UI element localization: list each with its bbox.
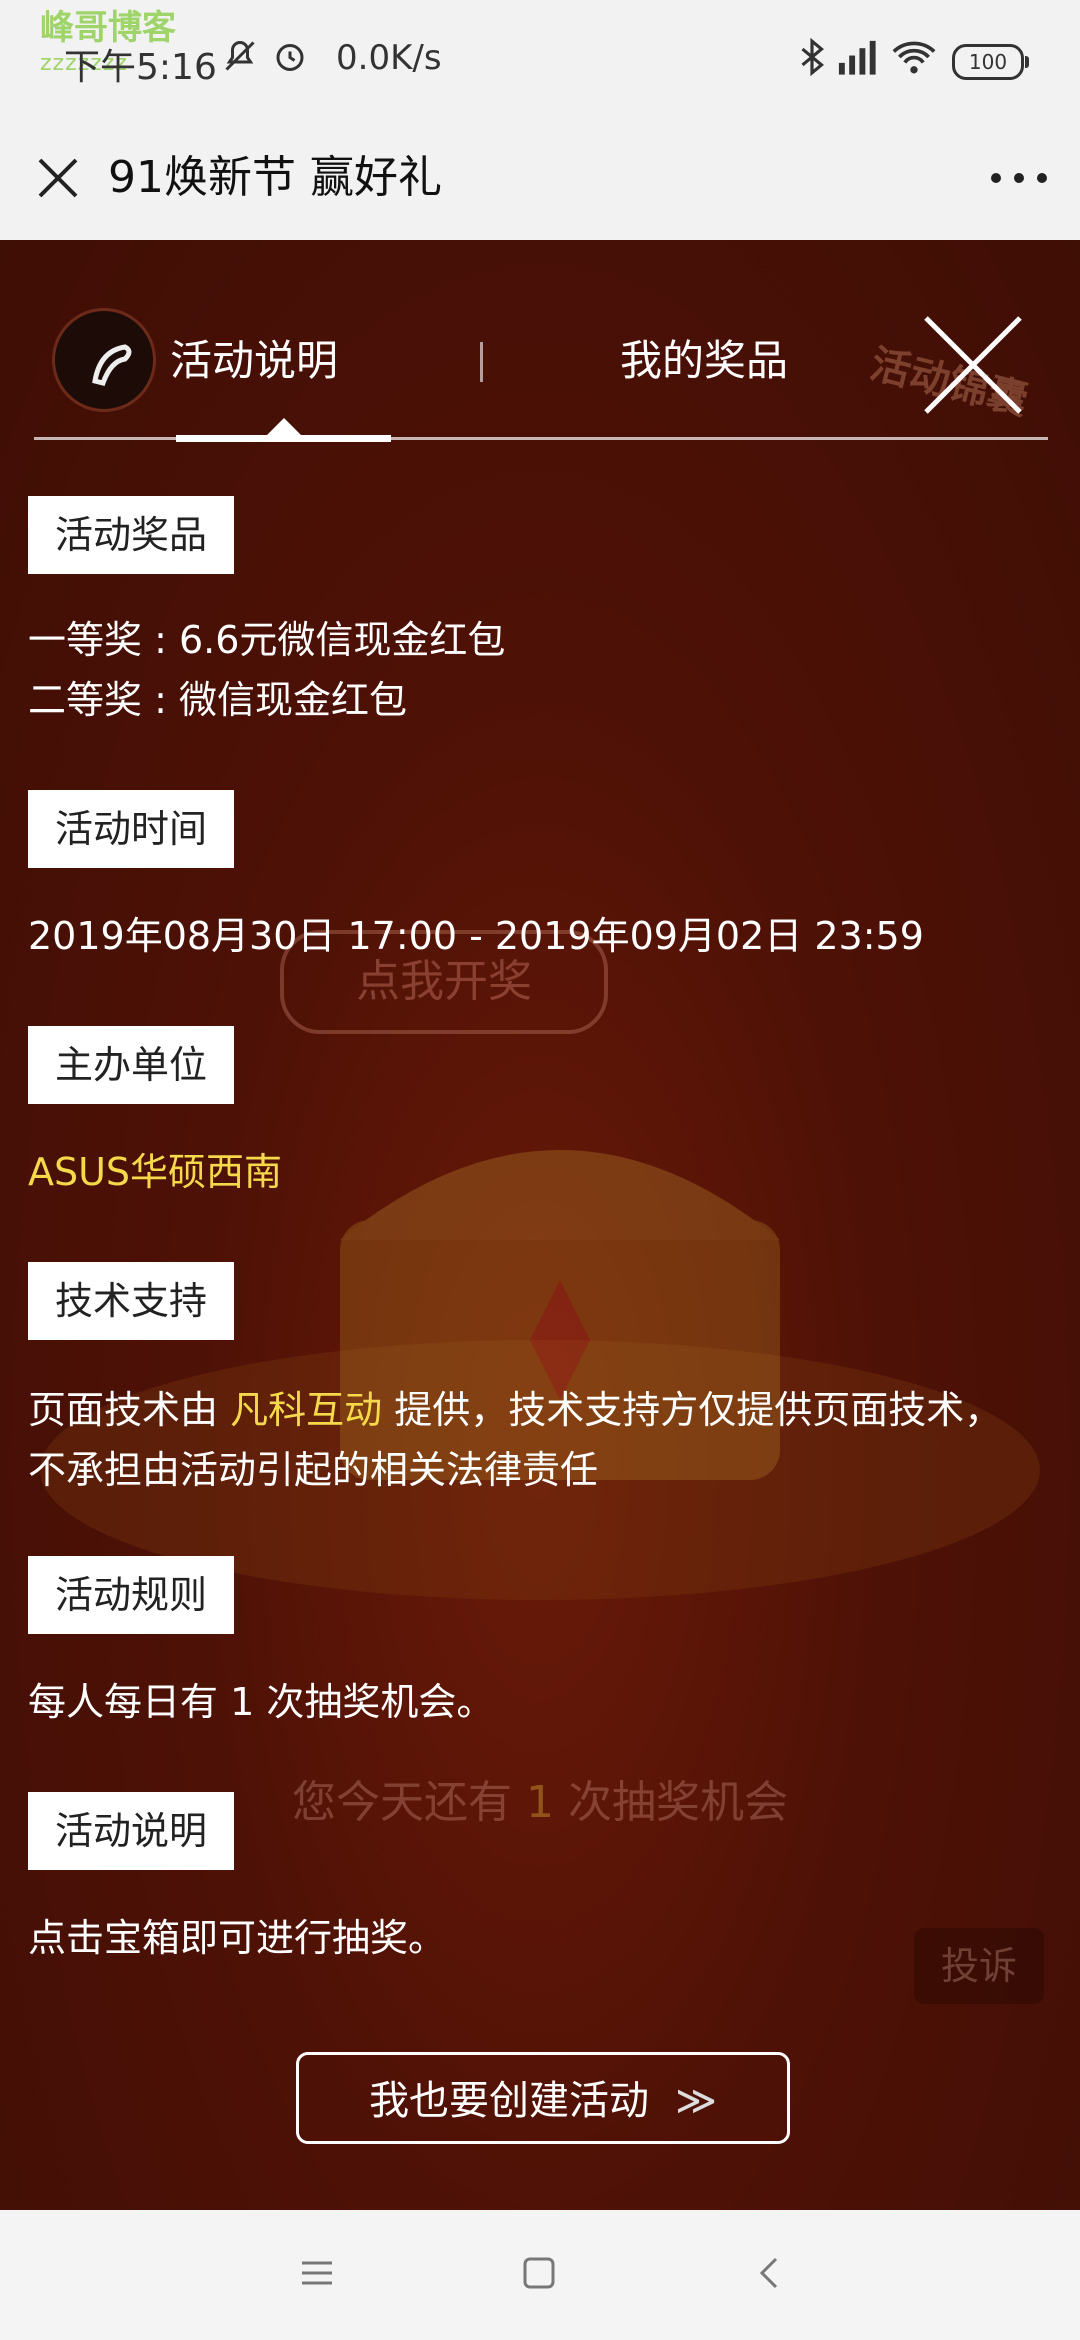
prize-first: 一等奖 : 6.6元微信现金红包	[28, 618, 506, 662]
tech-company-link[interactable]: 凡科互动	[230, 1388, 382, 1432]
title-bar: 91焕新节 赢好礼	[0, 120, 1080, 240]
network-speed: 0.0K/s	[336, 38, 442, 78]
battery-indicator: 100	[952, 44, 1029, 80]
tab-my-prizes[interactable]: 我的奖品	[620, 336, 788, 386]
tech-support-line1: 页面技术由 凡科互动 提供，技术支持方仅提供页面技术，	[28, 1388, 1003, 1432]
section-label-time: 活动时间	[28, 790, 234, 868]
status-bar: 峰哥博客 zzzzzzz 下午5:16 0.0K/s 100	[0, 0, 1080, 120]
close-icon[interactable]	[28, 148, 88, 208]
prize-second: 二等奖 : 微信现金红包	[28, 678, 407, 722]
more-icon[interactable]	[984, 148, 1054, 208]
tech-support-line2: 不承担由活动引起的相关法律责任	[28, 1448, 599, 1492]
create-activity-button[interactable]: 我也要创建活动 ≫	[296, 2052, 790, 2144]
chance-count: 1	[526, 1777, 554, 1828]
home-icon[interactable]	[522, 2256, 556, 2294]
section-label-organizer: 主办单位	[28, 1026, 234, 1104]
close-icon[interactable]	[920, 312, 1026, 418]
activity-panel: 点我开奖 您今天还有 1 次抽奖机会 投诉 活动锦囊 活动说明 我的奖品 活动奖…	[0, 240, 1080, 2210]
desc-text: 点击宝箱即可进行抽奖。	[28, 1916, 447, 1960]
status-time: 下午5:16	[64, 47, 217, 88]
alarm-icon	[272, 38, 308, 83]
double-chevron-icon: ≫	[675, 2078, 717, 2124]
section-label-rules: 活动规则	[28, 1556, 234, 1634]
rules-text: 每人每日有 1 次抽奖机会。	[28, 1680, 495, 1724]
back-icon[interactable]	[754, 2256, 784, 2294]
navigation-bar	[0, 2210, 1080, 2340]
section-label-tech: 技术支持	[28, 1262, 234, 1340]
organizer-name: ASUS华硕西南	[28, 1150, 283, 1194]
section-label-desc: 活动说明	[28, 1792, 234, 1870]
page-title: 91焕新节 赢好礼	[108, 152, 442, 203]
wifi-icon	[892, 38, 936, 85]
report-button[interactable]: 投诉	[914, 1928, 1044, 2004]
tab-activity-desc[interactable]: 活动说明	[170, 336, 338, 386]
section-label-prizes: 活动奖品	[28, 496, 234, 574]
activity-time: 2019年08月30日 17:00 - 2019年09月02日 23:59	[28, 914, 924, 958]
create-activity-label: 我也要创建活动	[369, 2078, 650, 2124]
avatar	[52, 308, 156, 412]
signal-icon	[836, 38, 880, 85]
tab-active-indicator	[176, 435, 391, 442]
mute-icon	[222, 38, 258, 83]
menu-icon[interactable]	[300, 2256, 334, 2294]
bluetooth-icon	[798, 37, 826, 85]
tab-divider	[480, 342, 483, 382]
